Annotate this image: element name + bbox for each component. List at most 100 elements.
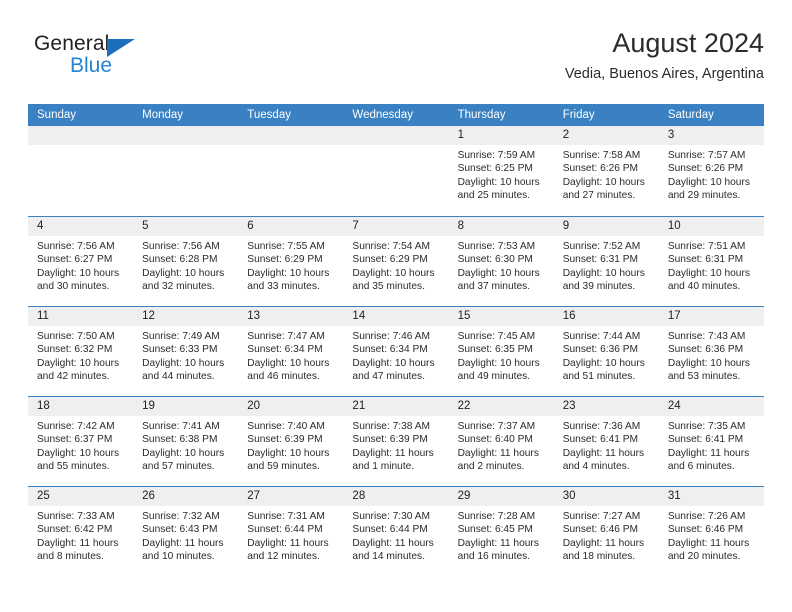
calendar-day-cell[interactable]: 5 Sunrise: 7:56 AM Sunset: 6:28 PM Daylight… (133, 217, 239, 306)
sunset-time: Sunset: 6:26 PM (667, 163, 744, 175)
daylight-duration-line1: Daylight: 10 hours (352, 357, 435, 369)
day-sun-info: Sunrise: 7:56 AM Sunset: 6:27 PM Daylight:… (28, 236, 133, 293)
calendar-week-row: 11 Sunrise: 7:50 AM Sunset: 6:32 PM Dayligh… (28, 306, 764, 396)
daylight-duration-line1: Daylight: 10 hours (667, 176, 750, 188)
calendar-day-cell[interactable]: 11 Sunrise: 7:50 AM Sunset: 6:32 PM Dayligh… (28, 307, 134, 396)
day-sun-info: Sunrise: 7:59 AM Sunset: 6:25 PM Daylight:… (449, 145, 554, 202)
calendar-day-cell[interactable]: 28 Sunrise: 7:30 AM Sunset: 6:44 PM Dayligh… (343, 487, 449, 576)
sunrise-time: Sunrise: 7:27 AM (562, 511, 641, 522)
daylight-duration-line1: Daylight: 11 hours (562, 537, 645, 549)
day-number: 13 (247, 310, 261, 322)
calendar-day-cell[interactable]: 9 Sunrise: 7:52 AM Sunset: 6:31 PM Daylight… (553, 217, 659, 306)
calendar-day-cell[interactable]: 10 Sunrise: 7:51 AM Sunset: 6:31 PM Dayligh… (658, 217, 764, 306)
day-number: 24 (667, 400, 681, 412)
day-number: 16 (562, 310, 576, 322)
daylight-duration-line2: and 46 minutes. (247, 370, 320, 382)
weekday-header-friday: Friday (562, 109, 595, 121)
day-sun-info: Sunrise: 7:57 AM Sunset: 6:26 PM Daylight:… (659, 145, 764, 202)
calendar-day-cell[interactable]: 21 Sunrise: 7:38 AM Sunset: 6:39 PM Dayligh… (343, 397, 449, 486)
day-sun-info: Sunrise: 7:38 AM Sunset: 6:39 PM Daylight:… (343, 416, 448, 473)
sunset-time: Sunset: 6:34 PM (247, 344, 323, 356)
daylight-duration-line2: and 57 minutes. (142, 460, 215, 472)
daylight-duration-line1: Daylight: 10 hours (247, 267, 330, 279)
calendar-day-cell[interactable]: 1 Sunrise: 7:59 AM Sunset: 6:25 PM Daylight… (448, 126, 554, 216)
calendar-body: 1 Sunrise: 7:59 AM Sunset: 6:25 PM Daylight… (28, 126, 764, 576)
calendar-day-cell[interactable]: 30 Sunrise: 7:27 AM Sunset: 6:46 PM Dayligh… (553, 487, 659, 576)
calendar-day-cell[interactable]: 3 Sunrise: 7:57 AM Sunset: 6:26 PM Daylight… (658, 126, 764, 216)
day-number: 12 (142, 310, 155, 322)
calendar-day-cell[interactable]: 15 Sunrise: 7:45 AM Sunset: 6:35 PM Dayligh… (448, 307, 554, 396)
calendar-day-cell-empty (28, 126, 134, 216)
calendar-day-cell[interactable]: 29 Sunrise: 7:28 AM Sunset: 6:45 PM Dayligh… (448, 487, 554, 576)
generalblue-logo[interactable]: General Blue (34, 32, 234, 88)
calendar-day-cell[interactable]: 7 Sunrise: 7:54 AM Sunset: 6:29 PM Daylight… (343, 217, 449, 306)
calendar-day-cell[interactable]: 17 Sunrise: 7:43 AM Sunset: 6:36 PM Dayligh… (658, 307, 764, 396)
calendar-page: General Blue August 2024 Vedia, Buenos A… (0, 0, 792, 612)
calendar-day-cell[interactable]: 8 Sunrise: 7:53 AM Sunset: 6:30 PM Daylight… (448, 217, 554, 306)
calendar-day-cell[interactable]: 20 Sunrise: 7:40 AM Sunset: 6:39 PM Dayligh… (238, 397, 344, 486)
day-number: 19 (142, 400, 155, 412)
calendar-day-cell[interactable]: 14 Sunrise: 7:46 AM Sunset: 6:34 PM Dayligh… (343, 307, 449, 396)
calendar-day-cell[interactable]: 31 Sunrise: 7:26 AM Sunset: 6:46 PM Dayligh… (658, 487, 764, 576)
calendar-day-cell[interactable]: 2 Sunrise: 7:58 AM Sunset: 6:26 PM Daylight… (553, 126, 659, 216)
day-sun-info: Sunrise: 7:49 AM Sunset: 6:33 PM Daylight:… (133, 326, 238, 383)
daylight-duration-line2: and 18 minutes. (562, 550, 636, 562)
weekday-header-row: Sunday Monday Tuesday Wednesday Thursday Frid… (28, 104, 764, 126)
calendar-day-cell[interactable]: 25 Sunrise: 7:33 AM Sunset: 6:42 PM Dayligh… (28, 487, 134, 576)
sunset-time: Sunset: 6:26 PM (562, 163, 639, 175)
calendar-day-cell[interactable]: 26 Sunrise: 7:32 AM Sunset: 6:43 PM Dayligh… (133, 487, 239, 576)
calendar-day-cell[interactable]: 4 Sunrise: 7:56 AM Sunset: 6:27 PM Daylight… (28, 217, 134, 306)
daylight-duration-line1: Daylight: 10 hours (562, 267, 645, 279)
calendar-day-cell[interactable]: 27 Sunrise: 7:31 AM Sunset: 6:44 PM Dayligh… (238, 487, 344, 576)
daylight-duration-line1: Daylight: 10 hours (457, 267, 540, 279)
day-sun-info: Sunrise: 7:37 AM Sunset: 6:40 PM Daylight:… (449, 416, 554, 473)
day-sun-info: Sunrise: 7:54 AM Sunset: 6:29 PM Daylight:… (343, 236, 448, 293)
weekday-header-thursday: Thursday (457, 109, 506, 121)
title-block: August 2024 Vedia, Buenos Aires, Argenti… (565, 26, 764, 85)
sunset-time: Sunset: 6:44 PM (352, 524, 428, 536)
daylight-duration-line2: and 39 minutes. (562, 280, 636, 292)
logo-text-blue: Blue (70, 54, 113, 77)
sunrise-time: Sunrise: 7:56 AM (142, 241, 220, 252)
calendar-day-cell[interactable]: 18 Sunrise: 7:42 AM Sunset: 6:37 PM Dayligh… (28, 397, 134, 486)
daylight-duration-line2: and 20 minutes. (667, 550, 741, 562)
day-sun-info: Sunrise: 7:51 AM Sunset: 6:31 PM Daylight:… (659, 236, 764, 293)
day-number: 6 (247, 220, 254, 232)
sunrise-time: Sunrise: 7:53 AM (457, 241, 536, 252)
calendar-day-cell[interactable]: 13 Sunrise: 7:47 AM Sunset: 6:34 PM Dayligh… (238, 307, 344, 396)
calendar-day-cell[interactable]: 12 Sunrise: 7:49 AM Sunset: 6:33 PM Dayligh… (133, 307, 239, 396)
sunset-time: Sunset: 6:25 PM (457, 163, 533, 175)
calendar-day-cell[interactable]: 19 Sunrise: 7:41 AM Sunset: 6:38 PM Dayligh… (133, 397, 239, 486)
day-sun-info: Sunrise: 7:55 AM Sunset: 6:29 PM Daylight:… (238, 236, 343, 293)
day-sun-info: Sunrise: 7:53 AM Sunset: 6:30 PM Daylight:… (449, 236, 554, 293)
daylight-duration-line2: and 44 minutes. (142, 370, 215, 382)
daylight-duration-line1: Daylight: 11 hours (457, 537, 539, 549)
daylight-duration-line2: and 6 minutes. (667, 460, 735, 472)
sunrise-time: Sunrise: 7:46 AM (352, 331, 431, 342)
sunrise-time: Sunrise: 7:42 AM (37, 421, 115, 432)
calendar-day-cell[interactable]: 24 Sunrise: 7:35 AM Sunset: 6:41 PM Dayligh… (658, 397, 764, 486)
sunrise-time: Sunrise: 7:50 AM (37, 331, 115, 342)
daylight-duration-line1: Daylight: 10 hours (142, 267, 225, 279)
day-number: 21 (352, 400, 366, 412)
sunrise-time: Sunrise: 7:40 AM (247, 421, 325, 432)
calendar-day-cell[interactable]: 16 Sunrise: 7:44 AM Sunset: 6:36 PM Dayligh… (553, 307, 659, 396)
sunrise-time: Sunrise: 7:43 AM (667, 331, 746, 342)
calendar-day-cell[interactable]: 6 Sunrise: 7:55 AM Sunset: 6:29 PM Daylight… (238, 217, 344, 306)
day-number-bar: 14 (343, 307, 449, 326)
calendar-day-cell[interactable]: 23 Sunrise: 7:36 AM Sunset: 6:41 PM Dayligh… (553, 397, 659, 486)
day-number-bar: 11 (28, 307, 134, 326)
sunset-time: Sunset: 6:38 PM (142, 434, 218, 446)
daylight-duration-line1: Daylight: 10 hours (37, 267, 120, 279)
daylight-duration-line2: and 42 minutes. (37, 370, 110, 382)
sunset-time: Sunset: 6:39 PM (247, 434, 323, 446)
day-sun-info: Sunrise: 7:36 AM Sunset: 6:41 PM Daylight:… (554, 416, 659, 473)
daylight-duration-line2: and 2 minutes. (457, 460, 525, 472)
daylight-duration-line2: and 49 minutes. (457, 370, 531, 382)
calendar-day-cell[interactable]: 22 Sunrise: 7:37 AM Sunset: 6:40 PM Dayligh… (448, 397, 554, 486)
daylight-duration-line1: Daylight: 11 hours (37, 537, 119, 549)
sunset-time: Sunset: 6:33 PM (142, 344, 218, 356)
daylight-duration-line2: and 14 minutes. (352, 550, 425, 562)
day-number-bar: 20 (238, 397, 344, 416)
sunrise-time: Sunrise: 7:44 AM (562, 331, 641, 342)
